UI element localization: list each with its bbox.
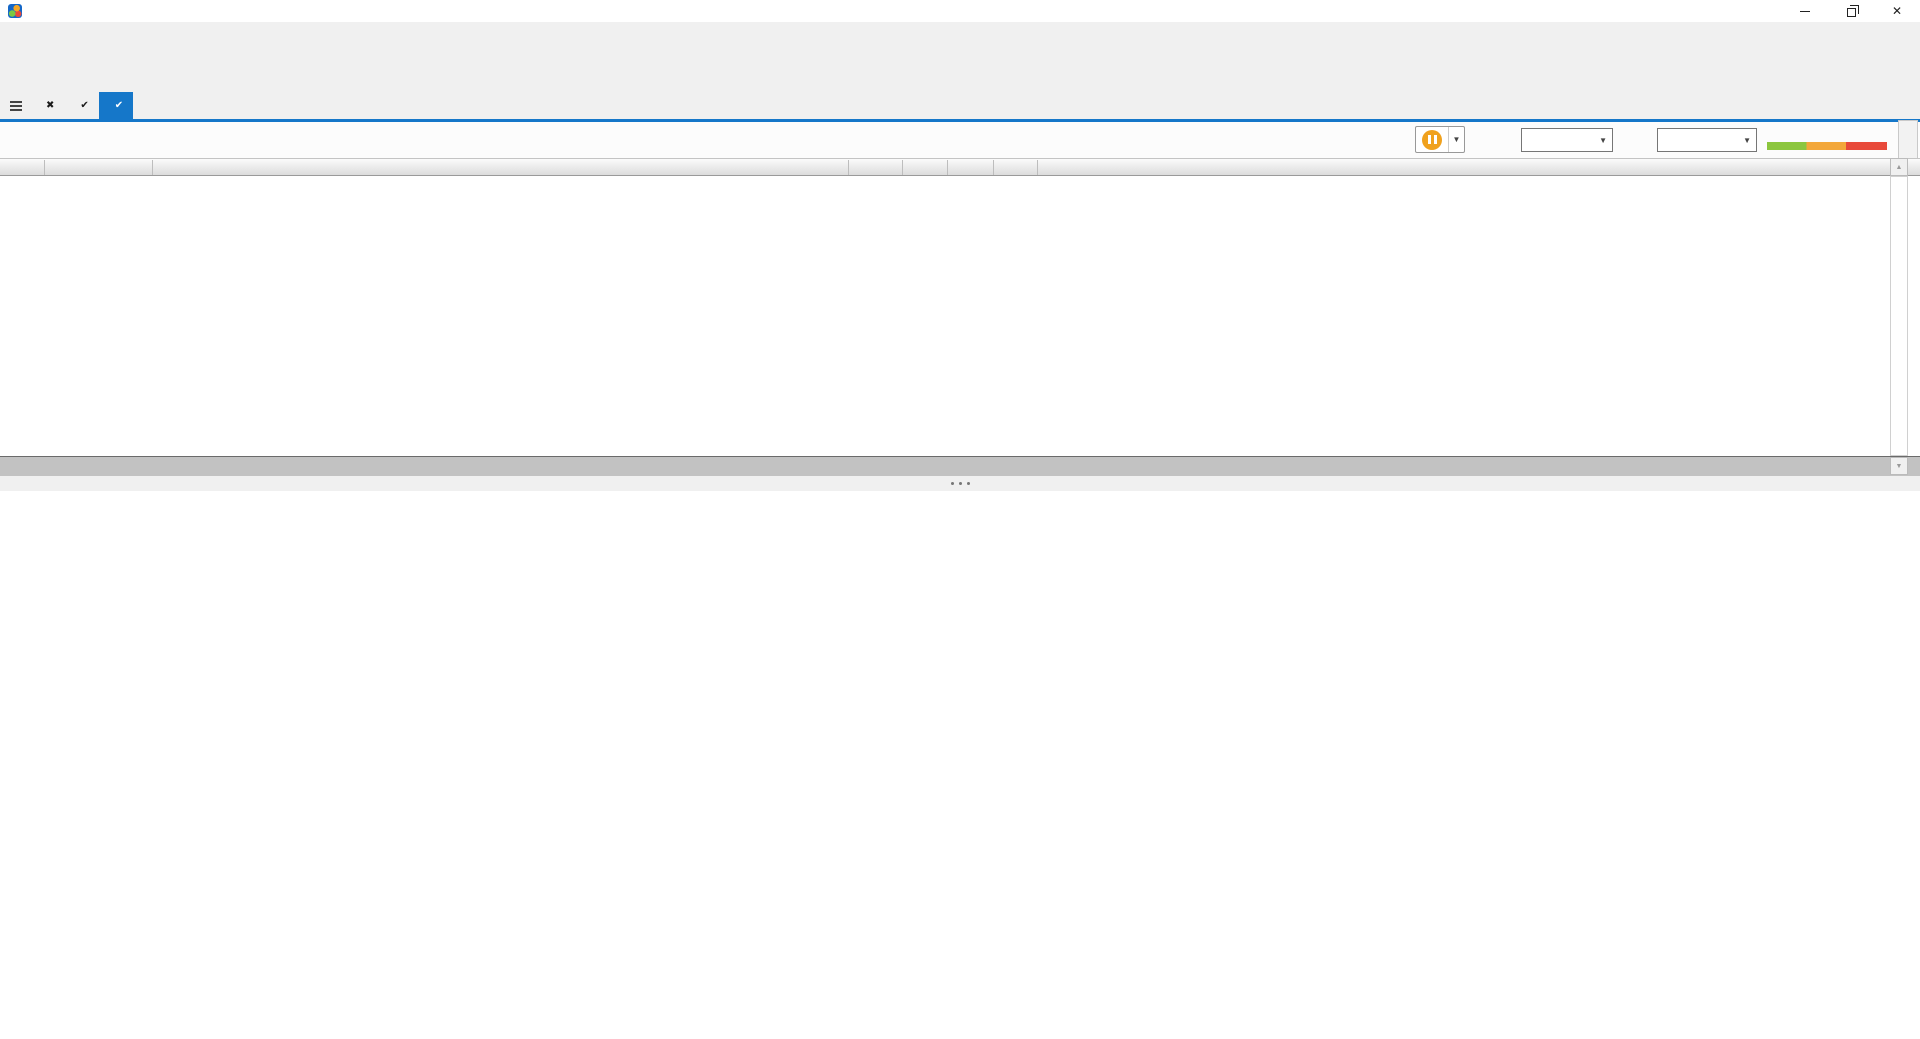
check-icon: ✔	[80, 100, 88, 111]
chevron-down-icon: ▼	[1738, 136, 1756, 145]
scroll-up-button[interactable]: ▲	[1890, 158, 1908, 176]
pingplotter-window: ✕ ✖ ✔ ✔	[0, 0, 1920, 1039]
tab-ip220-active[interactable]: ✔	[99, 92, 133, 119]
upgrade-banner	[0, 46, 1920, 92]
add-tab-button[interactable]	[133, 92, 153, 119]
pause-button-group[interactable]: ▼	[1415, 126, 1465, 153]
restore-button[interactable]	[1828, 0, 1874, 22]
menu-bar	[0, 22, 1920, 46]
app-logo-icon	[8, 4, 22, 18]
pause-dropdown-arrow-icon[interactable]: ▼	[1448, 127, 1464, 152]
chevron-down-icon: ▼	[1594, 136, 1612, 145]
interval-select[interactable]: ▼	[1521, 128, 1613, 152]
round-trip-row	[0, 456, 1920, 476]
close-icon[interactable]: ✖	[46, 100, 54, 111]
tab-all-targets[interactable]: ✖	[30, 92, 64, 119]
minimize-button[interactable]	[1782, 0, 1828, 22]
hop-latency-chart	[1040, 176, 1888, 456]
check-icon: ✔	[115, 100, 123, 111]
focus-select[interactable]: ▼	[1657, 128, 1757, 152]
trace-table-header	[0, 158, 1920, 176]
target-tab-bar: ✖ ✔ ✔	[0, 92, 1920, 119]
pause-icon[interactable]	[1422, 130, 1442, 150]
restore-icon	[1847, 8, 1856, 17]
target-toolbar: ▼ ▼ ▼	[0, 122, 1920, 158]
scroll-down-button[interactable]: ▼	[1890, 457, 1908, 475]
minimize-icon	[1800, 11, 1810, 12]
close-button[interactable]: ✕	[1874, 0, 1920, 22]
tab-fh24-102[interactable]: ✔	[64, 92, 98, 119]
hamburger-icon[interactable]	[0, 92, 30, 119]
splitter-handle[interactable]	[0, 476, 1920, 491]
title-bar: ✕	[0, 0, 1920, 22]
close-icon: ✕	[1892, 4, 1902, 18]
vertical-scrollbar[interactable]	[1890, 176, 1908, 456]
latency-color-scale	[1767, 142, 1887, 150]
